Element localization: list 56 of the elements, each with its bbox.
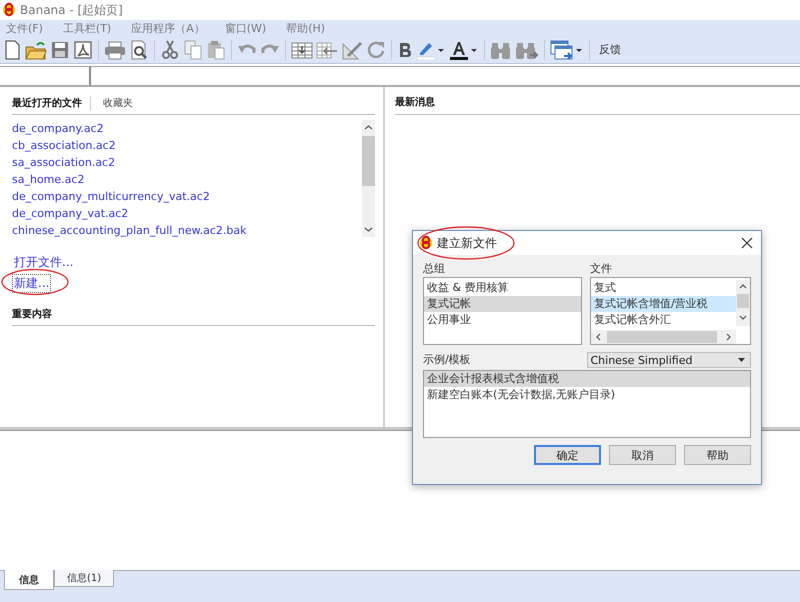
field-label: 文件 <box>590 261 613 277</box>
list-item[interactable]: 企业会计报表模式含增值税 <box>424 371 750 387</box>
recent-file-link[interactable]: cb_association.ac2 <box>12 137 362 154</box>
recent-file-link[interactable]: sa_home.ac2 <box>12 171 362 188</box>
recent-file-link[interactable]: sa_association.ac2 <box>12 154 362 171</box>
list-item[interactable]: 公用事业 <box>424 312 581 328</box>
panel-tab[interactable]: 最近打开的文件 <box>12 96 90 110</box>
list-item[interactable]: 复式记帐含外汇 <box>591 312 736 328</box>
list-item[interactable]: 收益 & 费用核算 <box>424 280 581 296</box>
printer-icon[interactable] <box>104 40 126 60</box>
dialog-button[interactable]: 取消 <box>609 445 676 465</box>
template-list[interactable]: 企业会计报表模式含增值税 新建空白账本(无会计数据,无账户目录) <box>423 370 751 438</box>
recent-file-link[interactable]: de_company_multicurrency_vat.ac2 <box>12 188 362 205</box>
list-item[interactable]: 复式记帐含增值/营业税 <box>591 296 736 312</box>
recent-file-link[interactable]: chinese_accounting_plan_full_new.ac2.bak <box>12 222 362 237</box>
dialog-button[interactable]: 确定 <box>534 445 601 465</box>
action-link[interactable]: 新建... <box>12 274 52 293</box>
section-heading: 最新消息 <box>395 95 800 115</box>
refresh-icon[interactable] <box>366 40 386 60</box>
app-logo-icon <box>2 2 16 18</box>
language-dropdown[interactable]: Chinese Simplified <box>586 352 751 368</box>
file-list[interactable]: 复式 复式记帐含增值/营业税 复式记帐含外汇 <box>590 277 751 345</box>
dropdown-arrow-icon <box>738 358 746 362</box>
list-item[interactable]: 新建空白账本(无会计数据,无账户目录) <box>424 387 750 403</box>
scissors-icon[interactable] <box>160 40 180 60</box>
folder-icon[interactable] <box>25 40 47 60</box>
ruler-pencil-icon[interactable] <box>341 40 363 60</box>
list-item[interactable]: 复式记帐 <box>424 296 581 312</box>
table-row-icon[interactable] <box>316 40 338 60</box>
section-heading: 重要内容 <box>12 299 375 326</box>
recent-file-link[interactable]: de_company_vat.ac2 <box>12 205 362 222</box>
vertical-scrollbar <box>736 280 750 326</box>
table-insert-icon[interactable] <box>291 40 313 60</box>
field-label: 示例/模板 <box>423 352 472 368</box>
close-icon[interactable] <box>741 237 753 249</box>
feedback-button[interactable]: 反馈 <box>599 42 621 57</box>
window-title: Banana - [起始页] <box>20 2 123 18</box>
info-tab[interactable]: 信息 <box>4 570 54 590</box>
font-color-icon[interactable] <box>449 40 479 60</box>
annotation-ellipse <box>0 268 70 296</box>
info-tab[interactable]: 信息(1) <box>54 570 114 587</box>
windows-icon[interactable] <box>550 40 584 60</box>
dialog-button[interactable]: 帮助 <box>684 445 751 465</box>
app-logo-icon <box>419 235 433 251</box>
group-list[interactable]: 收益 & 费用核算 复式记帐 公用事业 <box>423 277 582 345</box>
field-label: 总组 <box>423 261 446 277</box>
action-link[interactable]: 打开文件... <box>12 253 76 272</box>
panel-tab[interactable]: 收藏夹 <box>90 96 141 110</box>
recent-file-link[interactable]: de_company.ac2 <box>12 120 362 137</box>
list-item[interactable]: 复式 <box>591 280 736 296</box>
paste-icon[interactable] <box>206 40 226 60</box>
copy-icon[interactable] <box>183 40 203 60</box>
save-icon[interactable] <box>50 40 70 60</box>
pdf-icon[interactable] <box>73 40 93 60</box>
print-preview-icon[interactable] <box>129 40 149 60</box>
dialog-title: 建立新文件 <box>437 234 498 252</box>
